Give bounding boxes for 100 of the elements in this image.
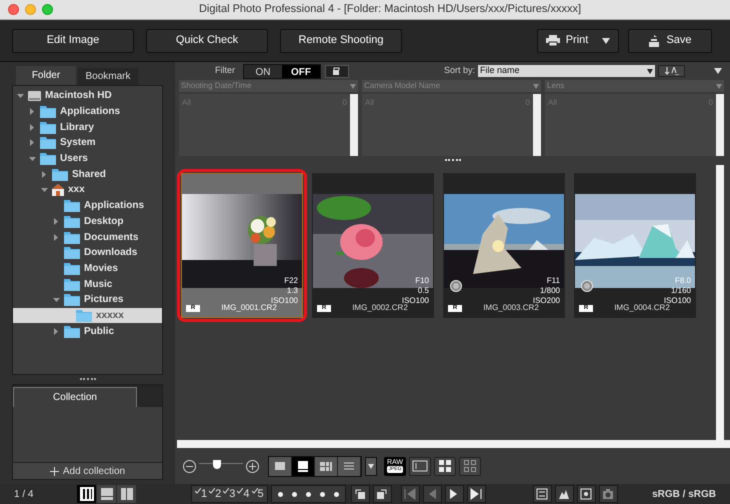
toolbar-button[interactable]: Remote Shooting xyxy=(280,28,402,52)
layout-button[interactable] xyxy=(117,485,136,503)
scrollbar[interactable] xyxy=(350,94,358,156)
check-icon xyxy=(252,488,258,494)
view-mode-button[interactable] xyxy=(292,456,315,476)
toolbar-button[interactable] xyxy=(434,456,456,476)
check-mark-button[interactable]: 3 xyxy=(223,486,236,502)
close-icon[interactable] xyxy=(8,4,19,15)
collection-tab[interactable]: Collection xyxy=(13,387,137,407)
tree-item[interactable]: Applications xyxy=(13,198,162,214)
tree-item[interactable]: xxx xyxy=(13,182,162,198)
layout-button[interactable] xyxy=(97,485,116,503)
collapsed-arrow-icon[interactable] xyxy=(53,234,60,241)
focus-point-button[interactable] xyxy=(576,485,596,503)
filter-toggle[interactable]: OFF xyxy=(282,64,320,78)
histogram-icon xyxy=(558,488,570,500)
check-mark-button[interactable]: 5 xyxy=(252,486,264,502)
collapsed-arrow-icon[interactable] xyxy=(29,108,36,116)
toolbar-button[interactable]: Quick Check xyxy=(146,28,268,52)
rotate-left-button[interactable] xyxy=(350,485,370,503)
layout-button[interactable] xyxy=(77,485,96,503)
tree-item[interactable]: Downloads xyxy=(13,244,162,261)
tree-item[interactable]: Library xyxy=(13,119,162,136)
exposure-info: 1/160 xyxy=(670,286,691,296)
tree-item[interactable]: Desktop xyxy=(13,214,162,230)
view-mode-selector[interactable] xyxy=(268,456,362,476)
view-mode-button[interactable] xyxy=(269,456,292,476)
toolbar-button[interactable] xyxy=(409,456,431,476)
lock-button[interactable] xyxy=(325,64,349,78)
file-name: IMG_0004.CR2 xyxy=(613,303,670,314)
tree-item[interactable]: Movies xyxy=(13,260,162,276)
caret-icon xyxy=(647,68,654,74)
exposure-info: 1.3 xyxy=(286,286,298,296)
check-mark-button[interactable]: 1 xyxy=(195,486,208,502)
filter-toggle[interactable]: ON xyxy=(244,64,282,78)
next-button[interactable] xyxy=(444,485,464,503)
scrollbar[interactable] xyxy=(533,94,541,156)
print-button[interactable]: Print xyxy=(537,28,619,52)
add-collection-button[interactable]: Add collection xyxy=(13,462,162,479)
toolbar-button[interactable]: Edit Image xyxy=(12,28,134,52)
scrollbar[interactable] xyxy=(716,94,724,156)
sort-dropdown[interactable]: File name xyxy=(478,65,656,77)
zoom-out-icon[interactable] xyxy=(183,460,196,472)
folder-icon xyxy=(64,278,80,291)
save-icon xyxy=(648,34,660,46)
column-header: Camera Model Name xyxy=(364,80,440,92)
expanded-arrow-icon[interactable] xyxy=(17,92,24,100)
skip-first-button[interactable] xyxy=(400,485,420,503)
caret-icon xyxy=(602,38,610,44)
tree-item[interactable]: xxxxx xyxy=(13,308,162,324)
slider-thumb[interactable] xyxy=(213,460,222,469)
skip-last-button[interactable] xyxy=(466,485,486,503)
view-mode-button[interactable] xyxy=(338,456,361,476)
check-mark-button[interactable]: 4 xyxy=(237,486,250,502)
rotate-right-button[interactable] xyxy=(372,485,392,503)
tree-item[interactable]: Documents xyxy=(13,229,162,245)
hard-drive-icon xyxy=(28,90,41,102)
adjustment-button[interactable] xyxy=(532,485,552,503)
tree-item-label: Pictures xyxy=(84,293,124,308)
tree-item[interactable]: System xyxy=(13,135,162,151)
tree-item-label: Macintosh HD xyxy=(45,89,112,104)
scrollbar[interactable] xyxy=(716,165,724,440)
camera-button[interactable] xyxy=(598,485,618,503)
exposure-info: F11 xyxy=(546,276,560,286)
sidebar-tab[interactable]: Folder xyxy=(16,66,76,85)
collapsed-arrow-icon[interactable] xyxy=(41,170,48,178)
tree-item[interactable]: Shared xyxy=(13,166,162,182)
toolbar-button[interactable] xyxy=(459,456,481,476)
exposure-info: ISO200 xyxy=(532,296,560,305)
tree-item[interactable]: Users xyxy=(13,150,162,166)
sidebar-tab[interactable]: Bookmark xyxy=(78,68,138,85)
collapsed-arrow-icon[interactable] xyxy=(29,124,36,131)
tree-item[interactable]: Applications xyxy=(13,104,162,120)
layout-icon xyxy=(120,487,134,501)
histogram-button[interactable] xyxy=(554,485,574,503)
collapsed-arrow-icon[interactable] xyxy=(53,218,60,225)
sort-order-button[interactable] xyxy=(658,65,686,77)
caret-icon[interactable] xyxy=(714,68,722,74)
expanded-arrow-icon[interactable] xyxy=(29,155,36,162)
tree-item-label: Applications xyxy=(84,199,144,214)
save-button[interactable]: Save xyxy=(628,28,712,52)
expanded-arrow-icon[interactable] xyxy=(53,296,60,304)
tree-item-label: Public xyxy=(84,324,114,339)
folder-icon xyxy=(40,105,56,118)
tree-item-label: Applications xyxy=(60,105,120,120)
zoom-in-icon[interactable] xyxy=(246,460,259,472)
tree-item[interactable]: Macintosh HD xyxy=(13,88,162,104)
view-dropdown-button[interactable] xyxy=(365,456,377,476)
previous-button[interactable] xyxy=(422,485,442,503)
tree-item[interactable]: Music xyxy=(13,276,162,292)
collapsed-arrow-icon[interactable] xyxy=(29,139,36,146)
view-mode-button[interactable] xyxy=(315,456,338,476)
expanded-arrow-icon[interactable] xyxy=(41,186,48,194)
tree-item-label: xxx xyxy=(68,183,85,198)
folder-icon xyxy=(64,293,80,306)
collapsed-arrow-icon[interactable] xyxy=(53,328,60,335)
check-mark-button[interactable]: 2 xyxy=(209,486,222,502)
tree-item[interactable]: Pictures xyxy=(13,292,162,308)
tree-item[interactable]: Public xyxy=(13,323,162,339)
splitter-handle[interactable] xyxy=(80,378,96,381)
